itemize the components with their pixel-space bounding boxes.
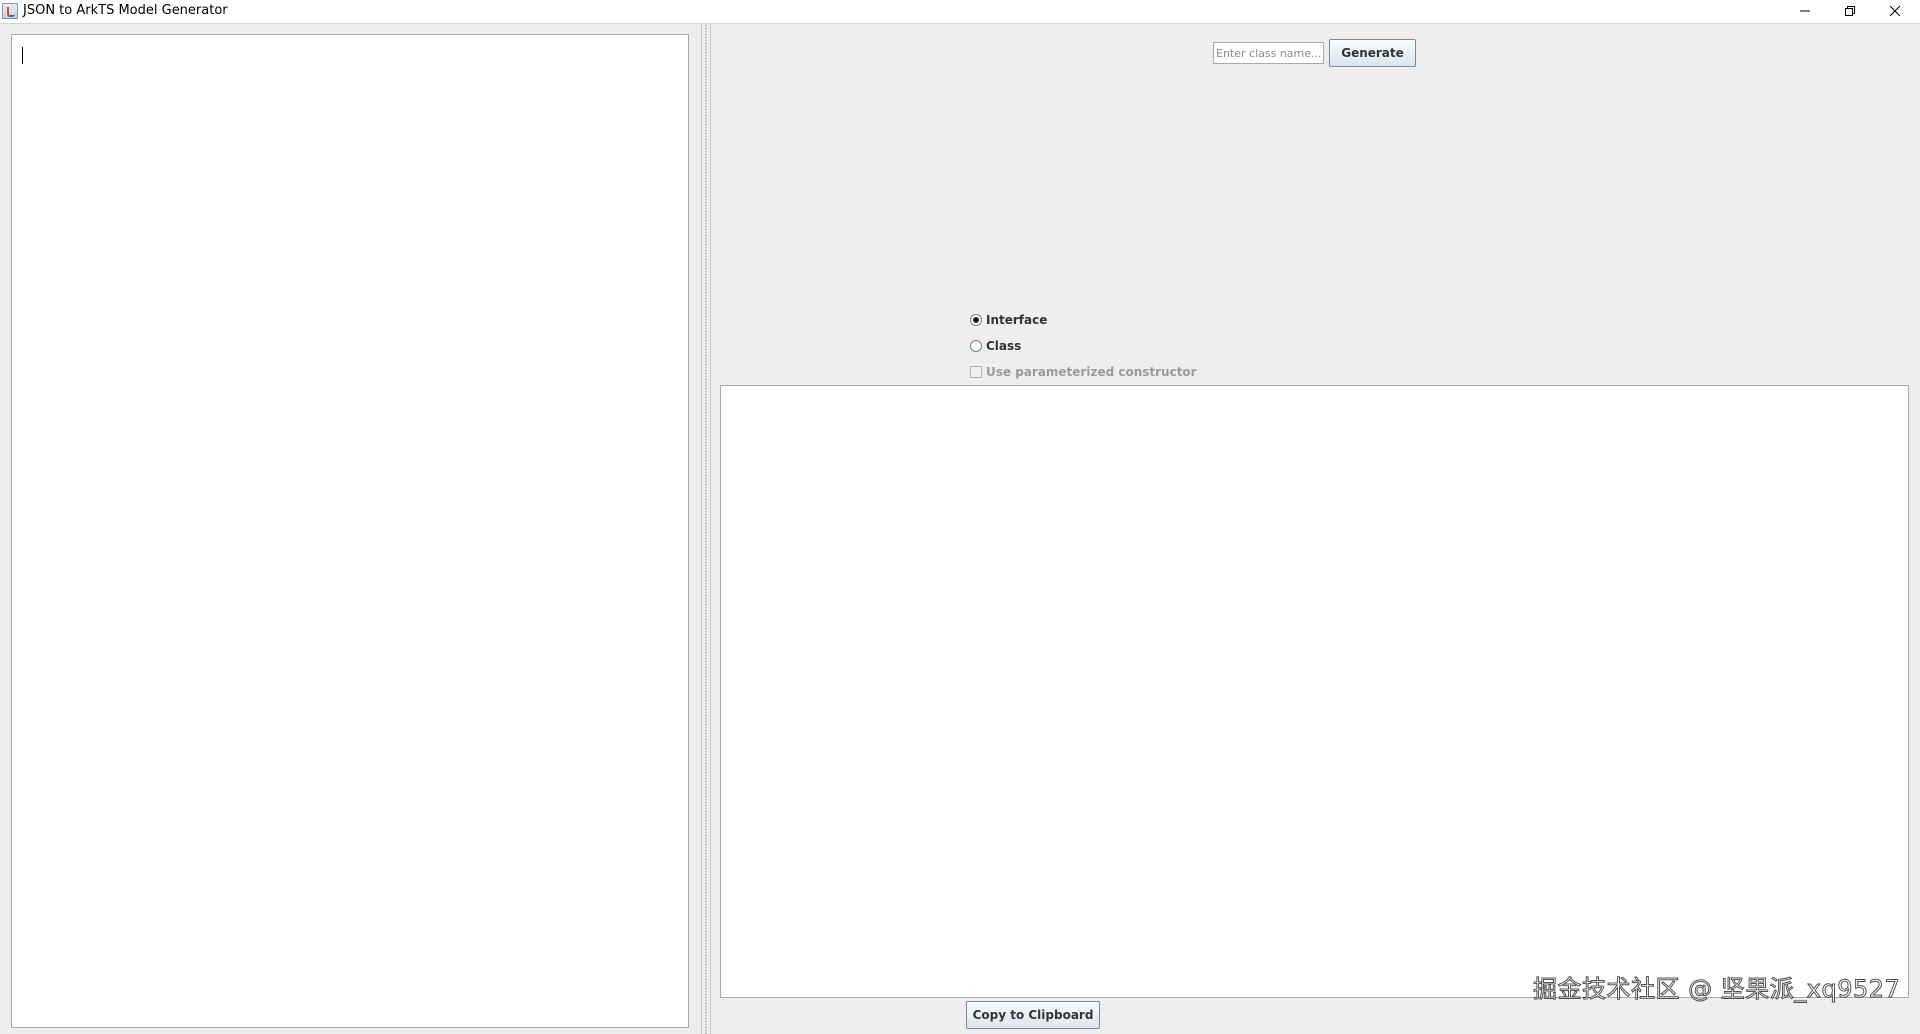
minimize-icon: [1799, 10, 1810, 12]
parameterized-constructor-option: Use parameterized constructor: [970, 363, 1197, 381]
interface-radio-label: Interface: [986, 313, 1048, 327]
generate-button[interactable]: Generate: [1329, 39, 1416, 67]
right-panel: Generate Interface Class Use parameteriz…: [711, 24, 1920, 1034]
text-caret: [22, 47, 23, 64]
minimize-button[interactable]: [1782, 0, 1827, 22]
restore-button[interactable]: [1827, 0, 1872, 22]
class-radio-option[interactable]: Class: [970, 337, 1021, 355]
watermark: 掘金技术社区 @ 坚果派_xq9527: [1532, 975, 1901, 1004]
java-app-icon: [2, 3, 18, 19]
title-bar: JSON to ArkTS Model Generator: [0, 0, 1920, 24]
interface-radio-option[interactable]: Interface: [970, 311, 1047, 329]
class-radio-label: Class: [986, 339, 1022, 353]
json-input-area[interactable]: [11, 34, 689, 1028]
parameterized-constructor-checkbox: [970, 366, 982, 378]
interface-radio[interactable]: [970, 314, 982, 326]
divider-grip: [705, 24, 707, 1034]
app-window: JSON to ArkTS Model Generator Enter clas…: [0, 0, 1920, 1034]
close-button[interactable]: [1872, 0, 1917, 22]
split-pane-divider[interactable]: [701, 24, 711, 1034]
output-area[interactable]: [720, 385, 1909, 998]
copy-to-clipboard-button[interactable]: Copy to Clipboard: [966, 1001, 1100, 1029]
close-icon: [1889, 6, 1900, 16]
class-radio[interactable]: [970, 340, 982, 352]
parameterized-constructor-label: Use parameterized constructor: [986, 365, 1197, 379]
class-name-input[interactable]: [1213, 42, 1324, 64]
left-panel: [0, 24, 700, 1034]
restore-icon: [1844, 6, 1855, 16]
window-title: JSON to ArkTS Model Generator: [23, 3, 228, 18]
